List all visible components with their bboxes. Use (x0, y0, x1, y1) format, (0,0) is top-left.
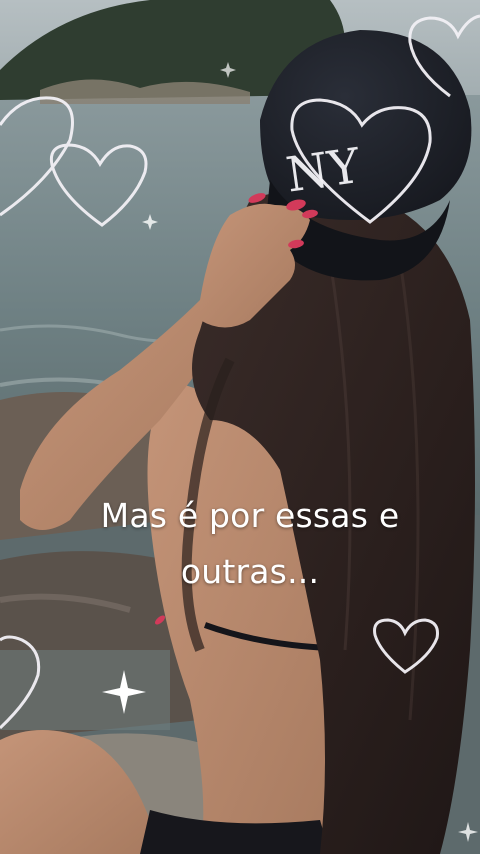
caption-text: Mas é por essas e outras... (40, 488, 460, 600)
sparkle-icon (458, 822, 478, 842)
caption-line-1: Mas é por essas e (100, 496, 400, 535)
caption-line-2: outras... (180, 552, 320, 591)
cap-logo: NY (283, 138, 365, 204)
photo-scene: NY (0, 0, 480, 854)
